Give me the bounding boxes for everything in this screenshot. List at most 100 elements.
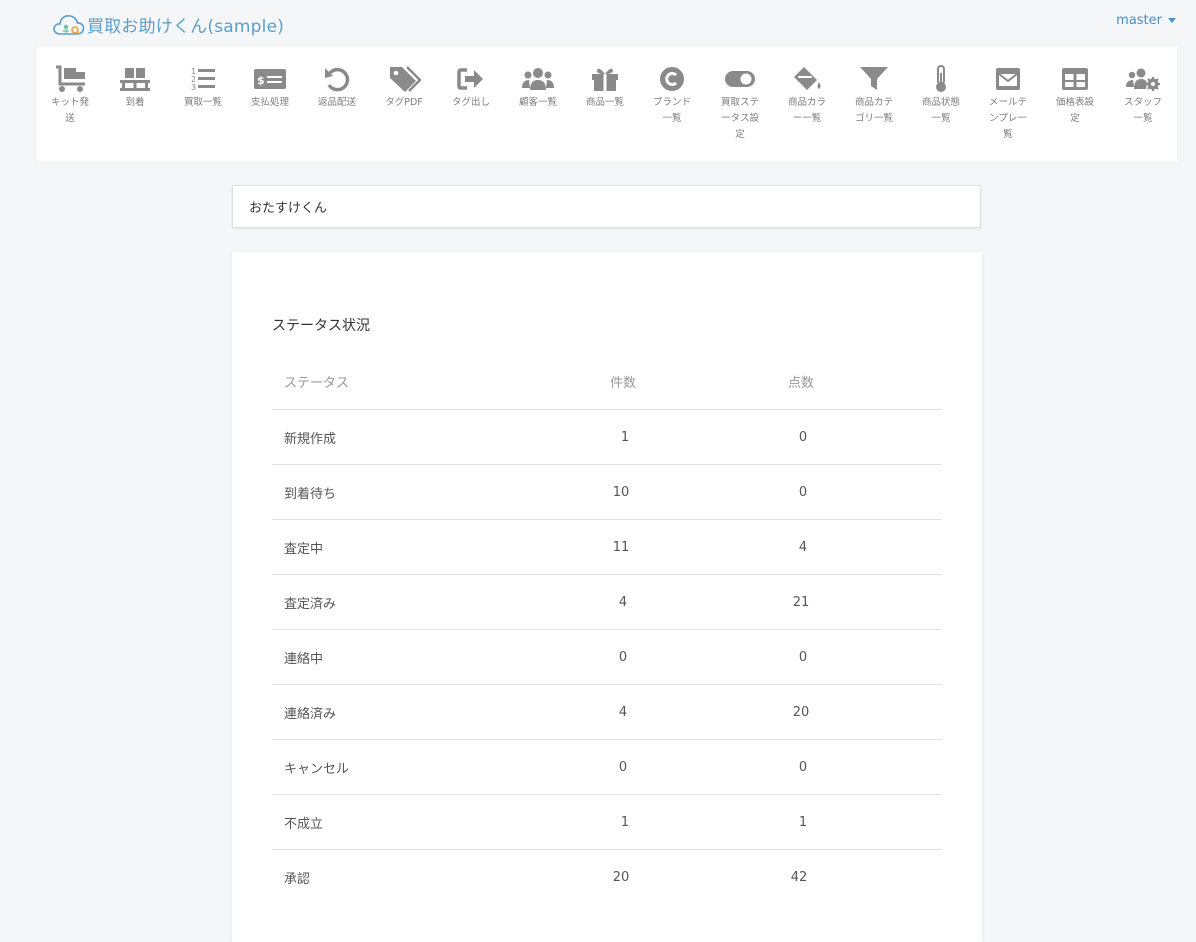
- nav-label: 商品一覧: [586, 97, 625, 108]
- nav-label: 商品カテゴリ一覧: [855, 97, 894, 124]
- numbered-list-icon: 1 2 3: [191, 67, 215, 92]
- caret-down-icon: [1168, 18, 1176, 23]
- row-points: 4: [784, 519, 942, 575]
- toggle-icon: [725, 71, 755, 87]
- store-search-value: おたすけくん: [249, 201, 328, 216]
- row-status: キャンセル: [272, 739, 602, 795]
- nav-label: 顧客一覧: [519, 97, 558, 108]
- store-search-field[interactable]: おたすけくん: [232, 185, 981, 228]
- cloud-logo-icon: [53, 15, 85, 36]
- top-bar: 買取お助けくん(sample) master: [0, 0, 1196, 46]
- row-points: 21: [784, 574, 942, 630]
- row-status: 不成立: [272, 794, 602, 850]
- nav-label: ブランド一覧: [653, 97, 692, 124]
- nav-label: タグPDF: [385, 97, 423, 108]
- header-status: ステータス: [272, 354, 602, 410]
- dolly-icon: [56, 65, 85, 92]
- header-count: 件数: [602, 354, 784, 410]
- row-points: 0: [784, 739, 942, 795]
- table-row: 到着待ち 10 0: [272, 464, 942, 520]
- nav-item-brands[interactable]: ブランド一覧: [644, 65, 700, 127]
- app-title: 買取お助けくん(sample): [87, 16, 285, 37]
- svg-text:3: 3: [191, 83, 196, 92]
- users-cog-icon: [1126, 68, 1160, 91]
- table-row: 連絡中 0 0: [272, 629, 942, 685]
- icon-nav-bar: キット発送 到着 1 2 3 買取一覧 $ 支払処理 返品配送 タグPDF タグ…: [37, 47, 1177, 161]
- nav-item-product-conditions[interactable]: 商品状態一覧: [913, 65, 969, 127]
- nav-item-kit-shipping[interactable]: キット発送: [42, 65, 98, 127]
- header-points: 点数: [784, 354, 942, 410]
- status-card: ステータス状況 ステータス 件数 点数 新規作成 1 0 到着待ち 10 0 査…: [232, 252, 982, 942]
- undo-icon: [325, 67, 350, 92]
- nav-label: タグ出し: [452, 97, 491, 108]
- row-count: 11: [602, 519, 784, 575]
- row-count: 1: [602, 794, 784, 850]
- row-points: 0: [784, 409, 942, 465]
- row-status: 査定済み: [272, 574, 602, 630]
- filter-icon: [860, 67, 888, 90]
- user-menu-dropdown[interactable]: master: [1116, 13, 1176, 28]
- nav-label: 買取ステータス設定: [721, 97, 760, 140]
- nav-item-tag-output[interactable]: タグ出し: [443, 65, 499, 111]
- nav-item-price-table[interactable]: 価格表設定: [1047, 65, 1103, 127]
- table-icon: [1062, 68, 1088, 90]
- row-status: 連絡済み: [272, 684, 602, 740]
- table-row: 不成立 1 1: [272, 794, 942, 850]
- row-count: 1: [602, 409, 784, 465]
- table-row: 連絡済み 4 20: [272, 684, 942, 740]
- nav-label: 到着: [125, 97, 145, 108]
- row-count: 0: [602, 629, 784, 685]
- nav-label: 支払処理: [251, 97, 290, 108]
- row-count: 0: [602, 739, 784, 795]
- row-points: 20: [784, 684, 942, 740]
- tags-icon: [390, 66, 421, 92]
- row-status: 連絡中: [272, 629, 602, 685]
- brand-link[interactable]: 買取お助けくん(sample): [52, 9, 284, 39]
- users-icon: [522, 68, 554, 90]
- nav-item-payment[interactable]: $ 支払処理: [242, 65, 298, 111]
- row-points: 1: [784, 794, 942, 850]
- nav-item-products[interactable]: 商品一覧: [577, 65, 633, 111]
- nav-item-status-settings[interactable]: 買取ステータス設定: [712, 65, 768, 143]
- table-row: 承認 20 42: [272, 850, 942, 905]
- nav-item-tag-pdf[interactable]: タグPDF: [376, 65, 432, 111]
- card-title: ステータス状況: [272, 318, 370, 334]
- row-count: 20: [612, 869, 630, 885]
- nav-item-arrival[interactable]: 到着: [107, 65, 163, 111]
- table-row: 査定中 11 4: [272, 519, 942, 575]
- row-count: 10: [602, 464, 784, 520]
- envelope-icon: [996, 68, 1020, 90]
- nav-item-product-colors[interactable]: 商品カラー一覧: [779, 65, 835, 127]
- nav-label: 買取一覧: [184, 97, 223, 108]
- fill-drip-icon: [794, 67, 821, 90]
- nav-item-customers[interactable]: 顧客一覧: [510, 65, 566, 111]
- row-status: 到着待ち: [272, 464, 602, 520]
- user-name: master: [1116, 13, 1162, 28]
- table-header-row: ステータス 件数 点数: [272, 354, 942, 410]
- row-points: 42: [790, 869, 808, 885]
- row-points: 0: [784, 464, 942, 520]
- money-check-icon: $: [254, 69, 286, 89]
- row-points: 0: [784, 629, 942, 685]
- row-count: 4: [602, 574, 784, 630]
- nav-item-return-shipping[interactable]: 返品配送: [309, 65, 365, 111]
- row-count: 4: [602, 684, 784, 740]
- nav-label: キット発送: [51, 97, 90, 124]
- nav-label: 価格表設定: [1056, 97, 1095, 124]
- status-table: ステータス 件数 点数 新規作成 1 0 到着待ち 10 0 査定中 11 4: [272, 354, 942, 904]
- nav-label: スタッフ一覧: [1124, 97, 1163, 124]
- thermometer-icon: [936, 65, 946, 92]
- table-row: キャンセル 0 0: [272, 739, 942, 795]
- pallet-icon: [120, 68, 150, 91]
- nav-label: 商品カラー一覧: [788, 97, 827, 124]
- copyright-icon: [660, 67, 684, 91]
- row-status: 承認: [284, 871, 311, 887]
- sign-out-icon: [457, 68, 483, 90]
- table-row: 新規作成 1 0: [272, 409, 942, 465]
- nav-item-staff[interactable]: スタッフ一覧: [1115, 65, 1171, 127]
- gift-icon: [592, 68, 618, 91]
- nav-item-purchase-list[interactable]: 1 2 3 買取一覧: [175, 65, 231, 111]
- nav-item-product-categories[interactable]: 商品カテゴリ一覧: [846, 65, 902, 127]
- nav-item-mail-templates[interactable]: メールテンプレ一覧: [980, 65, 1036, 143]
- row-status: 査定中: [272, 519, 602, 575]
